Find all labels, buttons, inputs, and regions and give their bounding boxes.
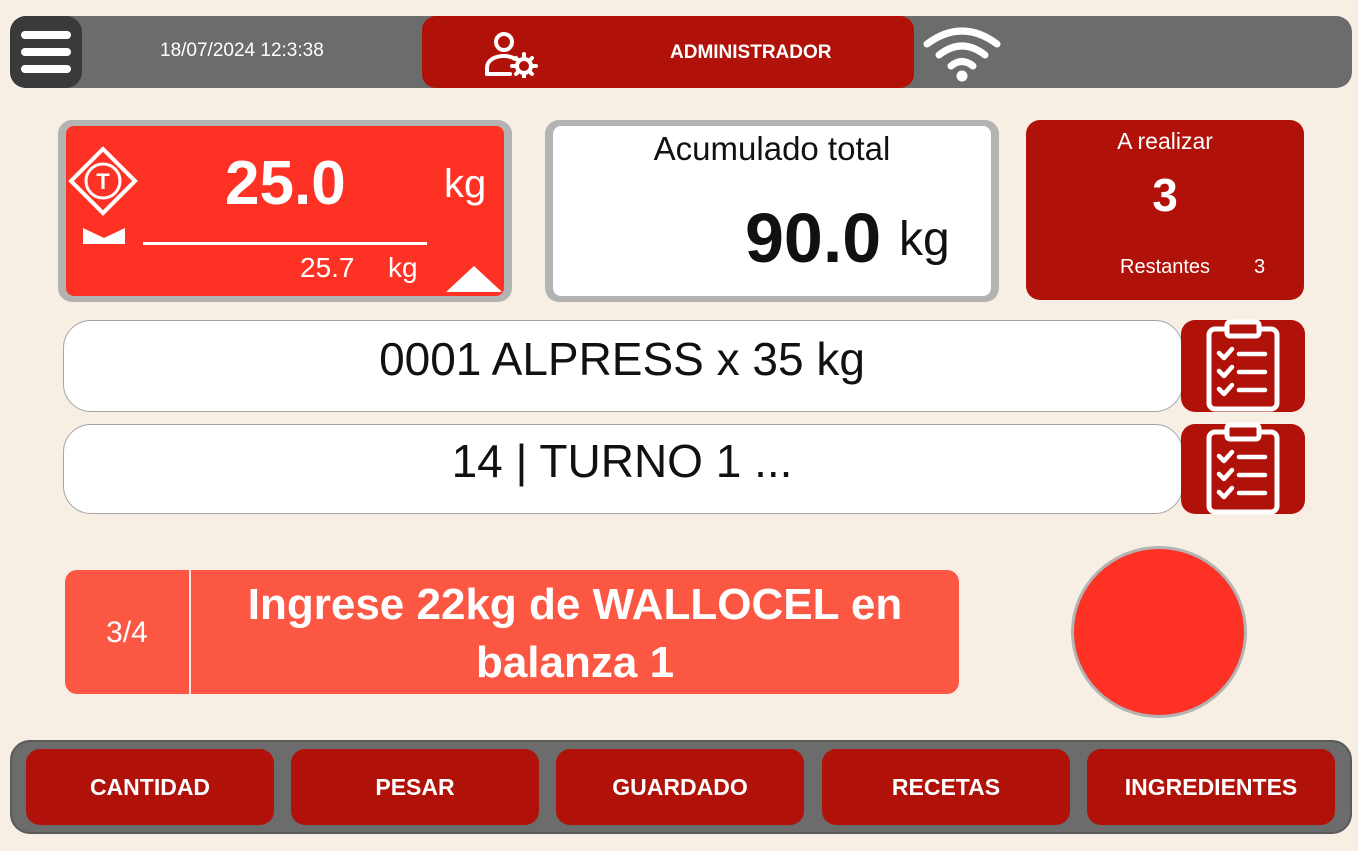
remaining-value: 3 xyxy=(1254,256,1266,278)
accumulated-title: Acumulado total xyxy=(653,130,891,167)
menu-button[interactable] xyxy=(10,16,82,88)
user-role: ADMINISTRADOR xyxy=(670,42,832,63)
accumulated-unit: kg xyxy=(899,213,950,266)
accumulated-value: 90.0 xyxy=(745,199,882,277)
menu-icon-line xyxy=(21,31,71,39)
shift-text: 14 | TURNO 1 ... xyxy=(451,435,793,487)
menu-icon-line xyxy=(21,48,71,56)
to-do-value: 3 xyxy=(1152,169,1178,221)
wifi-icon xyxy=(923,27,1001,82)
menu-icon-line xyxy=(21,65,71,73)
datetime: 18/07/2024 12:3:38 xyxy=(160,40,324,61)
shift-list-button[interactable] xyxy=(1181,422,1305,515)
zero-icon xyxy=(83,228,125,244)
ingredientes-button[interactable]: INGREDIENTES xyxy=(1087,749,1335,825)
recipe-list-button[interactable] xyxy=(1181,319,1305,412)
recetas-button[interactable]: RECETAS xyxy=(822,749,1070,825)
step-counter: 3/4 xyxy=(106,616,148,649)
to-do-title: A realizar xyxy=(1117,128,1213,154)
net-weight-unit: kg xyxy=(444,162,487,206)
tare-icon: T xyxy=(68,146,138,216)
instruction-text: Ingrese 22kg de WALLOCEL en balanza 1 xyxy=(247,580,903,687)
guardado-button[interactable]: GUARDADO xyxy=(556,749,804,825)
weight-divider xyxy=(143,242,427,245)
remaining-label: Restantes xyxy=(1120,256,1211,278)
gross-weight-value: 25.7 xyxy=(300,252,355,283)
user-settings-icon xyxy=(485,32,538,78)
status-light[interactable] xyxy=(1071,546,1247,718)
gross-weight-unit: kg xyxy=(388,252,418,283)
pesar-button[interactable]: PESAR xyxy=(291,749,539,825)
net-weight-value: 25.0 xyxy=(225,149,346,218)
clipboard-checklist-icon xyxy=(1206,422,1280,515)
cantidad-button[interactable]: CANTIDAD xyxy=(26,749,274,825)
stable-icon xyxy=(446,266,502,292)
recipe-text: 0001 ALPRESS x 35 kg xyxy=(379,333,865,385)
tare-symbol: T xyxy=(96,169,110,194)
clipboard-checklist-icon xyxy=(1206,319,1280,412)
